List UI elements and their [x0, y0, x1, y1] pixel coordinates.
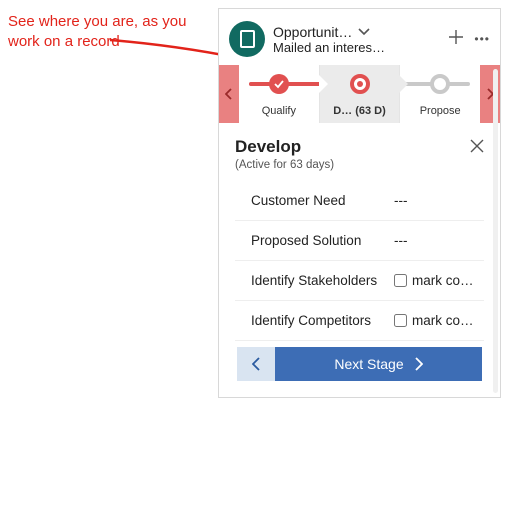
stage-propose[interactable]: Propose — [399, 65, 480, 123]
stage-dot-active-icon — [350, 74, 370, 94]
record-subtitle: Mailed an interes… — [273, 40, 413, 55]
flyout-footer: Next Stage — [235, 341, 484, 383]
flyout-title: Develop — [235, 137, 484, 157]
more-icon[interactable]: ••• — [474, 32, 490, 46]
stage-dot-completed-icon — [269, 74, 289, 94]
close-icon[interactable] — [470, 137, 484, 158]
checkbox[interactable] — [394, 274, 407, 287]
chevron-down-icon[interactable] — [358, 25, 370, 39]
process-stage-bar: Qualify D… (63 D) Propose — [219, 65, 500, 123]
stage-flyout: Develop (Active for 63 days) Customer Ne… — [219, 123, 500, 397]
next-stage-label: Next Stage — [334, 356, 403, 372]
flyout-subtitle: (Active for 63 days) — [235, 159, 484, 171]
stage-label: Propose — [420, 105, 461, 117]
field-identify-competitors[interactable]: Identify Competitors mark co… — [235, 301, 484, 341]
checkbox-label: mark co… — [412, 273, 474, 288]
field-label: Proposed Solution — [251, 233, 394, 248]
field-label: Identify Stakeholders — [251, 273, 394, 288]
stage-label: Qualify — [262, 105, 296, 117]
mark-complete-check[interactable]: mark co… — [394, 273, 484, 288]
add-icon[interactable] — [448, 29, 464, 50]
checkbox-label: mark co… — [412, 313, 474, 328]
field-label: Customer Need — [251, 193, 394, 208]
stage-dot-future-icon — [430, 74, 450, 94]
field-customer-need[interactable]: Customer Need --- — [235, 181, 484, 221]
annotation-text: See where you are, as you work on a reco… — [8, 12, 198, 51]
checkbox[interactable] — [394, 314, 407, 327]
next-stage-button[interactable]: Next Stage — [275, 347, 482, 381]
stage-qualify[interactable]: Qualify — [239, 65, 319, 123]
stage-label: D… (63 D) — [333, 105, 386, 117]
stage-prev-button[interactable] — [219, 65, 239, 123]
scrollbar[interactable] — [493, 69, 498, 393]
field-value[interactable]: --- — [394, 233, 484, 248]
field-proposed-solution[interactable]: Proposed Solution --- — [235, 221, 484, 261]
prev-stage-button[interactable] — [237, 347, 275, 381]
chevron-right-icon — [414, 357, 423, 371]
field-identify-stakeholders[interactable]: Identify Stakeholders mark co… — [235, 261, 484, 301]
record-type-icon — [229, 21, 265, 57]
mark-complete-check[interactable]: mark co… — [394, 313, 484, 328]
record-title[interactable]: Opportunit… — [273, 24, 352, 40]
stages-track: Qualify D… (63 D) Propose — [239, 65, 480, 123]
stage-develop[interactable]: D… (63 D) — [319, 65, 400, 123]
record-panel: Opportunit… Mailed an interes… ••• — [218, 8, 501, 398]
field-label: Identify Competitors — [251, 313, 394, 328]
field-value[interactable]: --- — [394, 193, 484, 208]
record-header: Opportunit… Mailed an interes… ••• — [219, 9, 500, 65]
